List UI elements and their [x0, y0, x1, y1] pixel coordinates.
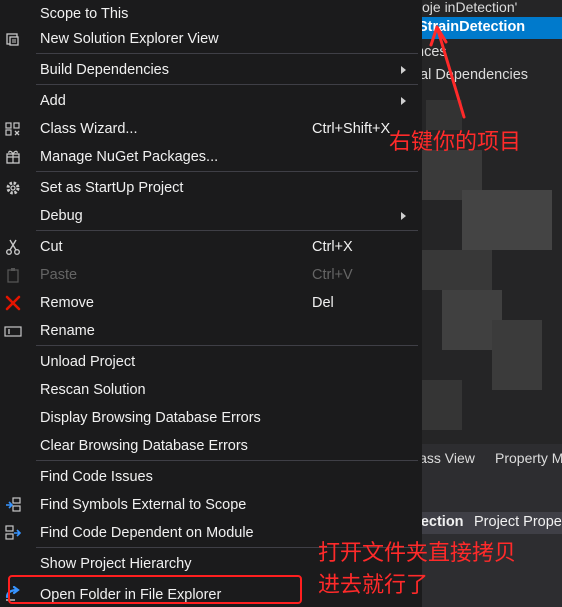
- menu-item-label: Add: [40, 93, 66, 109]
- menu-item-label: Paste: [40, 267, 78, 283]
- menu-item-label: New Solution Explorer View: [40, 31, 219, 47]
- menu-item-label: Debug: [40, 208, 83, 224]
- menu-item-find-code-issues[interactable]: Find Code Issues: [0, 463, 418, 491]
- solution-title-fragment: oje inDetection': [422, 0, 518, 15]
- menu-separator: [36, 460, 418, 461]
- menu-item-label: Display Browsing Database Errors: [40, 410, 261, 426]
- properties-title-project: tection: [422, 514, 464, 530]
- nuget-package-icon: [4, 148, 22, 166]
- menu-item-label: Manage NuGet Packages...: [40, 149, 219, 165]
- menu-item-label: Show Project Hierarchy: [40, 556, 192, 572]
- menu-item-label: Unload Project: [40, 354, 136, 370]
- menu-item-paste[interactable]: Paste Ctrl+V: [0, 261, 418, 289]
- menu-item-remove[interactable]: Remove Del: [0, 289, 418, 317]
- menu-separator: [36, 53, 418, 54]
- blurred-tree-block: [422, 380, 462, 430]
- menu-item-shortcut: Ctrl+V: [312, 267, 353, 283]
- scissors-icon: [4, 238, 22, 256]
- submenu-arrow-icon: [401, 97, 406, 105]
- menu-item-add[interactable]: Add: [0, 87, 418, 115]
- annotation-bottom-note-line1: 打开文件夹直接拷贝: [318, 541, 517, 566]
- annotation-bottom-note-line2: 进去就行了: [318, 573, 429, 598]
- new-view-icon: [4, 30, 22, 48]
- submenu-arrow-icon: [401, 212, 406, 220]
- context-menu: Scope to This New Solution Explorer View B…: [0, 0, 422, 607]
- menu-item-set-as-startup-project[interactable]: Set as StartUp Project: [0, 174, 418, 202]
- properties-title-bar: tection Project Prope: [422, 512, 562, 534]
- selected-project-label: StrainDetection: [422, 19, 526, 35]
- menu-separator: [36, 171, 418, 172]
- blurred-tree-block: [422, 250, 492, 290]
- menu-item-label: Class Wizard...: [40, 121, 138, 137]
- menu-item-class-wizard[interactable]: Class Wizard... Ctrl+Shift+X: [0, 115, 418, 143]
- find-dependent-icon: [4, 524, 22, 542]
- references-row[interactable]: nces: [422, 44, 447, 60]
- gear-icon: [4, 179, 22, 197]
- find-symbols-icon: [4, 496, 22, 514]
- menu-item-shortcut: Ctrl+Shift+X: [312, 121, 391, 137]
- menu-item-cut[interactable]: Cut Ctrl+X: [0, 233, 418, 261]
- menu-item-unload-project[interactable]: Unload Project: [0, 348, 418, 376]
- selected-project-row[interactable]: StrainDetection: [422, 17, 562, 39]
- paste-icon: [4, 266, 22, 284]
- submenu-arrow-icon: [401, 66, 406, 74]
- menu-item-find-symbols-external-to-scope[interactable]: Find Symbols External to Scope: [0, 491, 418, 519]
- menu-item-rename[interactable]: Rename: [0, 317, 418, 345]
- menu-item-clear-browsing-database-errors[interactable]: Clear Browsing Database Errors: [0, 432, 418, 460]
- menu-item-scope-to-this[interactable]: Scope to This: [0, 0, 418, 28]
- solution-explorer-panel: oje inDetection' StrainDetection nces al…: [422, 0, 562, 607]
- tab-property-manager[interactable]: Property M: [495, 450, 562, 466]
- menu-item-label: Rename: [40, 323, 95, 339]
- properties-title-rest: Project Prope: [474, 514, 562, 530]
- remove-x-icon: [4, 294, 22, 312]
- menu-item-label: Find Symbols External to Scope: [40, 497, 247, 513]
- menu-item-shortcut: Ctrl+X: [312, 239, 353, 255]
- menu-item-label: Set as StartUp Project: [40, 180, 184, 196]
- menu-separator: [36, 230, 418, 231]
- menu-item-rescan-solution[interactable]: Rescan Solution: [0, 376, 418, 404]
- menu-item-label: Rescan Solution: [40, 382, 146, 398]
- external-dependencies-row[interactable]: al Dependencies: [422, 67, 528, 83]
- menu-item-label: Find Code Issues: [40, 469, 153, 485]
- menu-item-label: Scope to This: [40, 6, 129, 22]
- menu-item-label: Find Code Dependent on Module: [40, 525, 254, 541]
- annotation-top-note: 右键你的项目: [389, 130, 522, 155]
- menu-item-label: Clear Browsing Database Errors: [40, 438, 248, 454]
- menu-item-build-dependencies[interactable]: Build Dependencies: [0, 56, 418, 84]
- menu-item-display-browsing-database-errors[interactable]: Display Browsing Database Errors: [0, 404, 418, 432]
- menu-item-label: Remove: [40, 295, 94, 311]
- menu-item-new-solution-explorer-view[interactable]: New Solution Explorer View: [0, 25, 418, 53]
- properties-panel: lass View Property M tection Project Pro…: [422, 444, 562, 607]
- tab-class-view[interactable]: lass View: [422, 450, 475, 466]
- menu-separator: [36, 84, 418, 85]
- menu-item-label: Build Dependencies: [40, 62, 169, 78]
- menu-item-debug[interactable]: Debug: [0, 202, 418, 230]
- class-wizard-icon: [4, 120, 22, 138]
- blurred-tree-block: [462, 190, 552, 250]
- menu-item-manage-nuget-packages[interactable]: Manage NuGet Packages...: [0, 143, 418, 171]
- menu-separator: [36, 345, 418, 346]
- annotation-highlight-box: [8, 575, 302, 604]
- blurred-tree-block: [492, 320, 542, 390]
- menu-item-label: Cut: [40, 239, 63, 255]
- menu-item-shortcut: Del: [312, 295, 334, 311]
- rename-icon: [4, 322, 22, 340]
